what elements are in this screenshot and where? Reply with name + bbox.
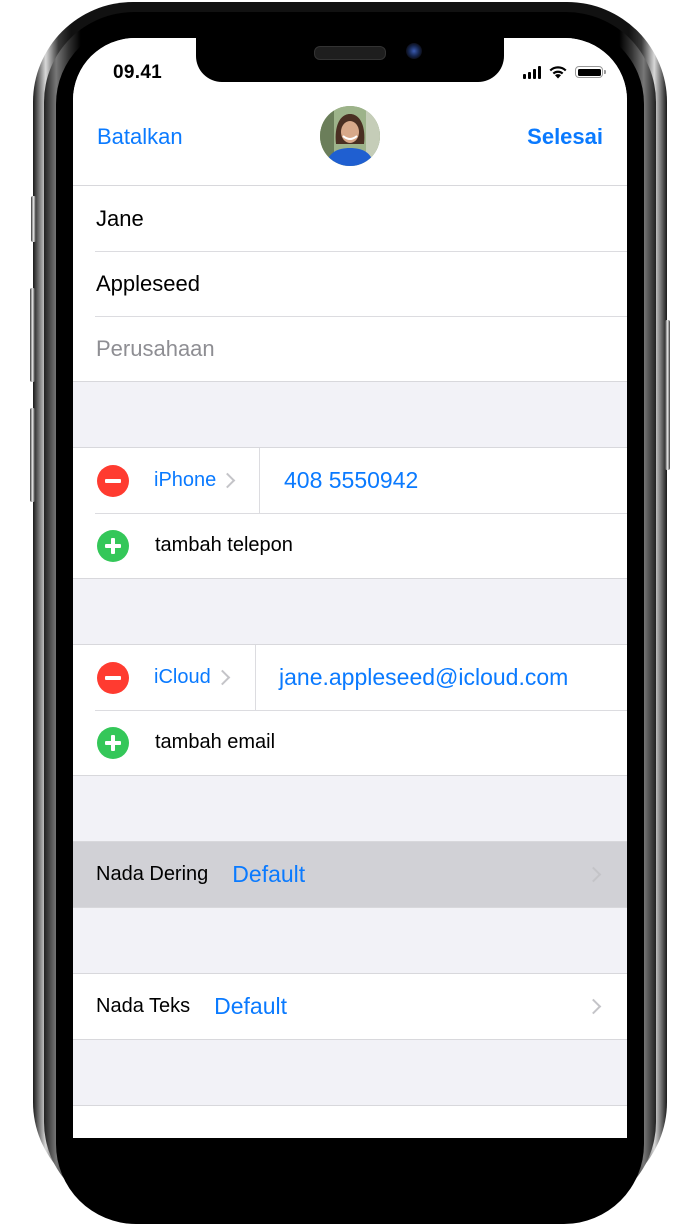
phone-type-text: iPhone <box>154 469 217 491</box>
screen: 09.41 Batalkan Selesai Jane Appleseed Pe… <box>73 38 627 1138</box>
side-button <box>665 320 670 470</box>
text-tone-row[interactable]: Nada Teks Default <box>73 974 627 1039</box>
done-button[interactable]: Selesai <box>527 124 603 150</box>
silent-switch <box>31 196 36 242</box>
chevron-right-icon <box>214 669 230 686</box>
chevron-right-icon <box>585 866 602 883</box>
email-address-field[interactable]: jane.appleseed@icloud.com <box>279 664 568 691</box>
text-tone-value: Default <box>214 993 288 1019</box>
email-type-text: iCloud <box>154 666 211 688</box>
cancel-button[interactable]: Batalkan <box>97 124 183 150</box>
phone-row: iPhone 408 5550942 <box>73 448 627 513</box>
delete-phone-icon[interactable] <box>97 464 129 497</box>
contact-photo-icon <box>320 106 380 166</box>
add-email-icon[interactable] <box>97 726 129 759</box>
cellular-signal-icon <box>523 65 541 79</box>
volume-up-button <box>30 288 35 382</box>
field-separator <box>259 448 260 513</box>
volume-down-button <box>30 408 35 502</box>
last-name-field[interactable]: Appleseed <box>96 271 200 297</box>
company-field[interactable]: Perusahaan <box>96 336 215 362</box>
contact-avatar[interactable] <box>320 106 380 166</box>
add-phone-icon[interactable] <box>97 529 129 562</box>
notch <box>196 38 504 82</box>
email-group: iCloud jane.appleseed@icloud.com tambah … <box>73 644 627 776</box>
partial-row <box>73 1106 627 1138</box>
front-camera <box>406 43 422 59</box>
text-tone-group: Nada Teks Default <box>73 973 627 1040</box>
ringtone-group: Nada Dering Default <box>73 841 627 908</box>
name-group: Jane Appleseed Perusahaan <box>73 186 627 382</box>
phone-group: iPhone 408 5550942 tambah telepon <box>73 447 627 579</box>
email-type-label[interactable]: iCloud <box>154 666 230 689</box>
field-separator <box>255 645 256 710</box>
first-name-row[interactable]: Jane <box>73 186 627 251</box>
add-phone-label[interactable]: tambah telepon <box>155 534 293 557</box>
nav-bar: Batalkan Selesai <box>73 98 627 186</box>
ringtone-label: Nada Dering <box>96 863 209 885</box>
text-tone-label: Nada Teks <box>96 995 191 1017</box>
chevron-right-icon <box>220 472 236 489</box>
first-name-field[interactable]: Jane <box>96 206 144 232</box>
delete-email-icon[interactable] <box>97 661 129 694</box>
add-phone-row[interactable]: tambah telepon <box>73 513 627 578</box>
ringtone-value: Default <box>232 861 306 887</box>
ringtone-row[interactable]: Nada Dering Default <box>73 842 627 907</box>
battery-icon <box>575 66 606 78</box>
email-row: iCloud jane.appleseed@icloud.com <box>73 645 627 710</box>
earpiece-speaker <box>314 46 386 60</box>
phone-type-label[interactable]: iPhone <box>154 469 236 492</box>
status-time: 09.41 <box>113 62 163 83</box>
last-name-row[interactable]: Appleseed <box>73 251 627 316</box>
add-email-label[interactable]: tambah email <box>155 731 275 754</box>
chevron-right-icon <box>585 998 602 1015</box>
company-row[interactable]: Perusahaan <box>73 316 627 381</box>
add-email-row[interactable]: tambah email <box>73 710 627 775</box>
wifi-icon <box>549 66 567 79</box>
contact-edit-form: Jane Appleseed Perusahaan iPhone 408 555… <box>73 186 627 1138</box>
next-group <box>73 1105 627 1138</box>
phone-number-field[interactable]: 408 5550942 <box>284 467 418 494</box>
